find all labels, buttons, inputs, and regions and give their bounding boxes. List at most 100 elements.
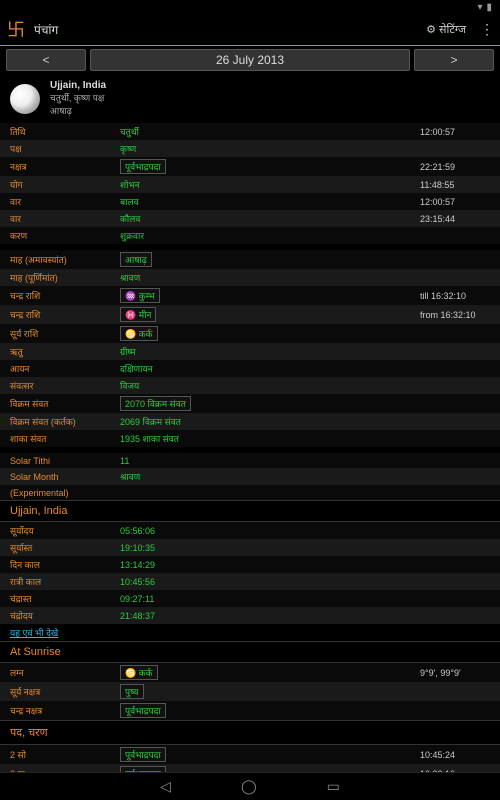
table-row: वारकौलव23:15:44 xyxy=(0,210,500,227)
next-date-button[interactable]: > xyxy=(414,49,494,71)
row-time: 9°9', 99°9' xyxy=(410,663,500,682)
settings-icon: ⚙ xyxy=(426,23,436,36)
row-time xyxy=(410,269,500,286)
row-value: 09:27:11 xyxy=(110,590,410,607)
row-label: नक्षत्र xyxy=(0,157,110,176)
app-title: पंचांग xyxy=(34,21,418,38)
row-value: ♋ कर्क xyxy=(110,324,410,343)
table-row: लग्न♋ कर्क9°9', 99°9' xyxy=(0,663,500,682)
row-time xyxy=(410,539,500,556)
recent-button[interactable]: ▭ xyxy=(327,778,340,795)
row-time: from 16:32:10 xyxy=(410,305,500,324)
table-row: 2 सोपूर्वभाद्रपदा10:45:24 xyxy=(0,745,500,764)
titlebar: 卐 पंचांग ⚙ सेटिंग्ज ⋮ xyxy=(0,14,500,46)
row-label: ऋतु xyxy=(0,343,110,360)
row-value: पुष्य xyxy=(110,682,410,701)
sun-times-table: सूर्योदय05:56:06सूर्यास्त19:10:35दिन काल… xyxy=(0,522,500,624)
table-row: विक्रम संवत2070 विक्रम संवत xyxy=(0,394,500,413)
table-row: नक्षत्रपूर्वभाद्रपदा22:21:59 xyxy=(0,157,500,176)
row-value: कौलव xyxy=(110,210,410,227)
row-label: करण xyxy=(0,227,110,244)
row-value: ♒ कुम्भ xyxy=(110,286,410,305)
table-row: सूर्योदय05:56:06 xyxy=(0,522,500,539)
settings-label: सेटिंग्ज xyxy=(439,22,466,37)
row-value: आषाढ़ xyxy=(110,250,410,269)
row-value xyxy=(110,485,410,500)
row-value: 2069 विक्रम संवत xyxy=(110,413,410,430)
row-time xyxy=(410,430,500,447)
app-icon: 卐 xyxy=(6,20,26,40)
row-label: संवत्सर xyxy=(0,377,110,394)
row-label: चन्द्र राशि xyxy=(0,305,110,324)
row-value: पूर्वभाद्रपदा xyxy=(110,157,410,176)
section-pada: पद, चरण xyxy=(0,720,500,745)
row-label: आयन xyxy=(0,360,110,377)
row-label: सूर्योदय xyxy=(0,522,110,539)
table-row: सूर्यास्त19:10:35 xyxy=(0,539,500,556)
row-label: रात्री काल xyxy=(0,573,110,590)
row-time xyxy=(410,377,500,394)
row-label: 2 सो xyxy=(0,745,110,764)
row-time xyxy=(410,453,500,468)
datebar: < 26 July 2013 > xyxy=(0,46,500,74)
row-value: कृष्ण xyxy=(110,140,410,157)
table-row: चन्द्र राशि♒ कुम्भtill 16:32:10 xyxy=(0,286,500,305)
row-time xyxy=(410,343,500,360)
row-label: माह (पूर्णिमांत) xyxy=(0,269,110,286)
row-value: दक्षिणायन xyxy=(110,360,410,377)
row-label: योग xyxy=(0,176,110,193)
row-value: श्रावण xyxy=(110,468,410,485)
back-button[interactable]: ◁ xyxy=(160,778,171,795)
date-button[interactable]: 26 July 2013 xyxy=(90,49,410,71)
sunrise-table: लग्न♋ कर्क9°9', 99°9'सूर्य नक्षत्रपुष्यच… xyxy=(0,663,500,720)
settings-button[interactable]: ⚙ सेटिंग्ज xyxy=(426,22,466,37)
panchang-table-1: तिथिचतुर्थी12:00:57पक्षकृष्णनक्षत्रपूर्व… xyxy=(0,123,500,244)
row-label: चन्द्र नक्षत्र xyxy=(0,701,110,720)
row-label: चन्द्र राशि xyxy=(0,286,110,305)
more-link[interactable]: यह एवं भी देखे xyxy=(0,624,500,641)
prev-date-button[interactable]: < xyxy=(6,49,86,71)
row-label: सूर्य राशि xyxy=(0,324,110,343)
battery-icon: ▮ xyxy=(486,2,492,13)
row-time xyxy=(410,394,500,413)
table-row: संवत्सरविजय xyxy=(0,377,500,394)
row-time: till 16:32:10 xyxy=(410,286,500,305)
row-value: पूर्वभाद्रपदा xyxy=(110,745,410,764)
table-row: दिन काल13:14:29 xyxy=(0,556,500,573)
location-sub1: चतुर्थी, कृष्ण पक्ष xyxy=(50,91,106,104)
row-label: Solar Month xyxy=(0,468,110,485)
row-value: विजय xyxy=(110,377,410,394)
row-value: 10:45:56 xyxy=(110,573,410,590)
table-row: चन्द्र नक्षत्रपूर्वभाद्रपदा xyxy=(0,701,500,720)
row-label: विक्रम संवत xyxy=(0,394,110,413)
row-value: ♋ कर्क xyxy=(110,663,410,682)
table-row: सूर्य राशि♋ कर्क xyxy=(0,324,500,343)
row-label: तिथि xyxy=(0,123,110,140)
row-time xyxy=(410,682,500,701)
home-button[interactable]: ◯ xyxy=(241,778,257,795)
location-name: Ujjain, India xyxy=(50,80,106,91)
section-ujjain: Ujjain, India xyxy=(0,500,500,522)
table-row: तिथिचतुर्थी12:00:57 xyxy=(0,123,500,140)
row-value: 11 xyxy=(110,453,410,468)
table-row: आयनदक्षिणायन xyxy=(0,360,500,377)
row-label: लग्न xyxy=(0,663,110,682)
content-scroll[interactable]: Ujjain, India चतुर्थी, कृष्ण पक्ष आषाढ़ … xyxy=(0,74,500,794)
row-label: वार xyxy=(0,193,110,210)
table-row: चंद्रास्त09:27:11 xyxy=(0,590,500,607)
row-label: सूर्य नक्षत्र xyxy=(0,682,110,701)
row-value: शोभन xyxy=(110,176,410,193)
row-value: 1935 शाका संवत xyxy=(110,430,410,447)
row-time xyxy=(410,227,500,244)
location-header: Ujjain, India चतुर्थी, कृष्ण पक्ष आषाढ़ xyxy=(0,74,500,123)
section-sunrise: At Sunrise xyxy=(0,641,500,663)
row-label: विक्रम संवत (कर्तक) xyxy=(0,413,110,430)
row-value: ग्रीष्म xyxy=(110,343,410,360)
row-time: 12:00:57 xyxy=(410,123,500,140)
table-row: Solar Monthश्रावण xyxy=(0,468,500,485)
table-row: चंद्रोदय21:48:37 xyxy=(0,607,500,624)
row-time xyxy=(410,324,500,343)
row-time xyxy=(410,522,500,539)
row-time xyxy=(410,590,500,607)
overflow-menu[interactable]: ⋮ xyxy=(480,21,494,38)
